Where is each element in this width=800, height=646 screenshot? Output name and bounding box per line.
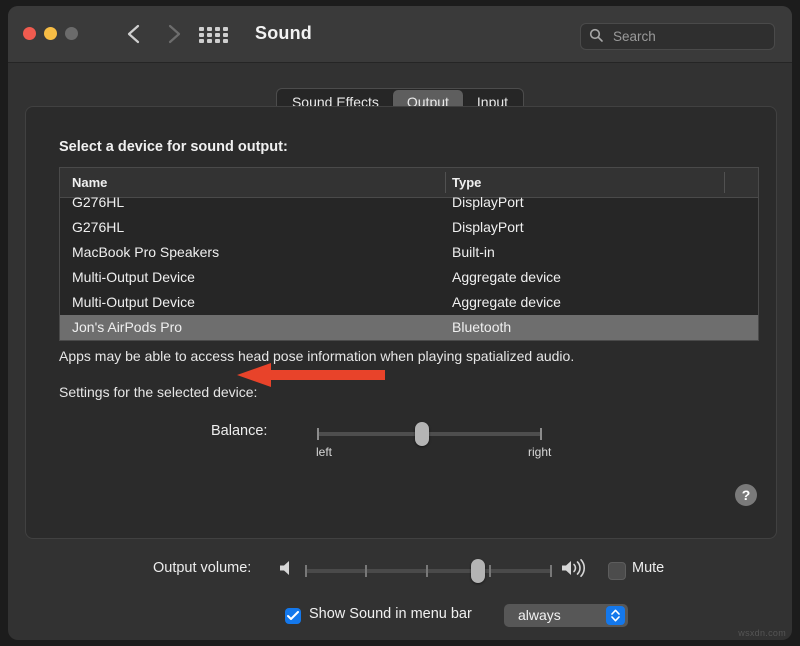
menu-bar-visibility-value: always [518,607,561,623]
device-type: Aggregate device [452,265,561,290]
selected-device-settings-label: Settings for the selected device: [59,384,257,400]
menu-bar-visibility-select[interactable]: always [504,604,628,627]
volume-tick [305,565,307,577]
chevron-left-icon[interactable] [122,20,148,48]
mute-checkbox[interactable] [608,562,626,580]
chevron-right-icon[interactable] [160,20,186,48]
watermark: wsxdn.com [738,628,786,638]
device-list-body: G276HL DisplayPort G276HL DisplayPort Ma… [60,190,758,332]
zoom-button[interactable] [65,27,78,40]
table-row[interactable]: G276HL DisplayPort [60,215,758,240]
sound-preferences-window: Sound Sound Effects Output Input Select … [8,6,792,640]
device-type: DisplayPort [452,215,524,240]
output-volume-slider[interactable] [305,569,552,573]
column-header-type[interactable]: Type [452,175,481,190]
balance-right-label: right [528,445,551,459]
speaker-high-icon [560,558,588,583]
help-button[interactable]: ? [735,484,757,506]
page-title: Sound [255,23,312,44]
balance-label: Balance: [211,423,267,439]
search-icon [589,28,604,48]
volume-tick [550,565,552,577]
table-row-selected[interactable]: Jon's AirPods Pro Bluetooth [60,315,758,340]
show-sound-in-menu-bar-checkbox[interactable] [285,608,301,624]
mute-label: Mute [632,560,664,576]
window-titlebar: Sound [8,6,792,63]
volume-tick [426,565,428,577]
balance-slider[interactable] [317,432,542,436]
annotation-arrow-icon [237,363,385,387]
table-row[interactable]: Multi-Output Device Aggregate device [60,290,758,315]
device-name: G276HL [72,190,124,215]
table-row[interactable]: MacBook Pro Speakers Built-in [60,240,758,265]
column-header-name[interactable]: Name [72,175,107,190]
chevron-up-down-icon[interactable] [606,606,625,625]
balance-left-label: left [316,445,332,459]
output-settings-panel: Select a device for sound output: Name T… [25,106,777,539]
speaker-low-icon [278,559,294,582]
device-type: Built-in [452,240,495,265]
search-input[interactable] [611,24,765,49]
device-type: DisplayPort [452,190,524,215]
volume-tick [489,565,491,577]
minimize-button[interactable] [44,27,57,40]
output-volume-label: Output volume: [153,560,251,576]
spatial-audio-note: Apps may be able to access head pose inf… [59,348,574,364]
device-name: Jon's AirPods Pro [72,315,182,340]
volume-tick [365,565,367,577]
table-row[interactable]: Multi-Output Device Aggregate device [60,265,758,290]
table-row[interactable]: G276HL DisplayPort [60,190,758,215]
device-type: Bluetooth [452,315,511,340]
balance-slider-left-cap [317,428,319,440]
select-device-label: Select a device for sound output: [59,139,288,155]
device-name: G276HL [72,215,124,240]
search-field[interactable] [580,23,775,50]
device-type: Aggregate device [452,290,561,315]
output-volume-thumb[interactable] [471,559,485,583]
show-sound-in-menu-bar-label: Show Sound in menu bar [309,606,472,622]
device-name: Multi-Output Device [72,290,195,315]
device-name: Multi-Output Device [72,265,195,290]
show-all-grid-icon[interactable] [199,27,231,43]
balance-slider-right-cap [540,428,542,440]
close-button[interactable] [23,27,36,40]
device-name: MacBook Pro Speakers [72,240,219,265]
balance-slider-thumb[interactable] [415,422,429,446]
device-list-table[interactable]: Name Type G276HL DisplayPort G276HL Disp… [59,167,759,341]
